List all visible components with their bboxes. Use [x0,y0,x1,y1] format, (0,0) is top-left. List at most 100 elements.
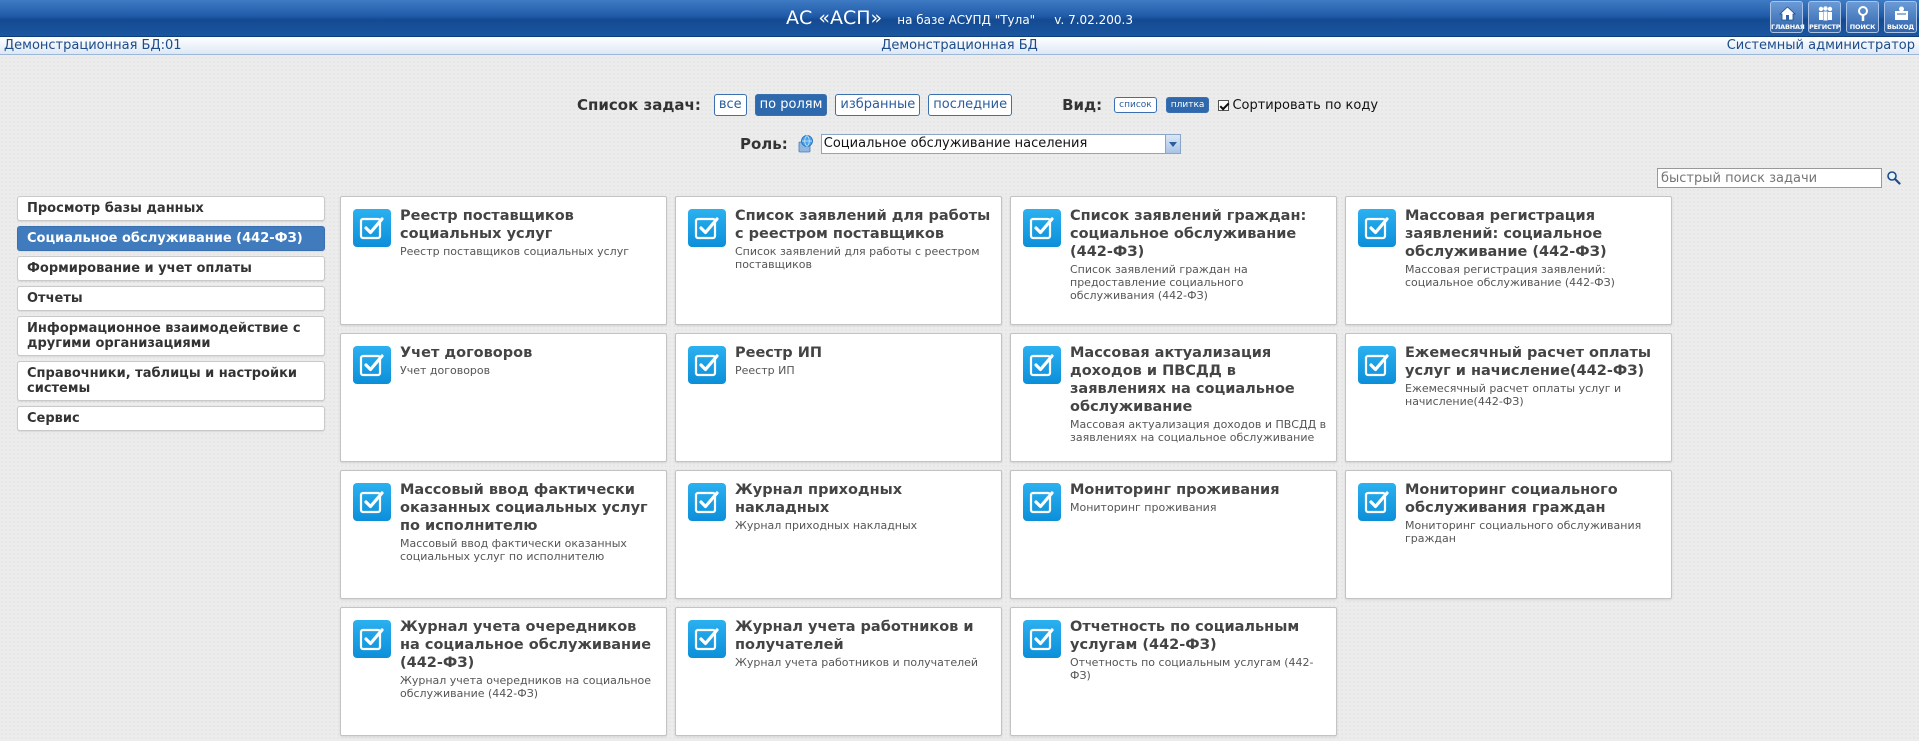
task-tile-description: Список заявлений граждан на предоставлен… [1070,263,1248,302]
task-tile[interactable]: Список заявлений для работы с реестром п… [675,196,1002,325]
exit-button[interactable]: ВЫХОД [1884,1,1917,33]
info-bar: Демонстрационная БД:01 Демонстрационная … [0,37,1919,55]
task-tile-title: Реестр поставщиков социальных услуг Реест… [400,207,658,258]
task-tile-title-text: Список заявлений граждан: социальное обс… [1070,208,1307,260]
chevron-down-icon[interactable] [1164,135,1180,153]
task-tile-title: Ежемесячный расчет оплаты услуг и начисл… [1405,344,1663,408]
current-user: Системный администратор [1726,38,1915,53]
role-select-value: Социальное обслуживание населения [823,136,1088,151]
registry-icon [1818,6,1833,21]
task-check-icon [688,620,726,658]
sidebar-item-database-view[interactable]: Просмотр базы данных [17,196,325,221]
filter-recent-button[interactable]: последние [928,94,1013,116]
sidebar-item-reports[interactable]: Отчеты [17,286,325,311]
task-tile[interactable]: Реестр ИП Реестр ИП [675,333,1002,462]
task-tile-title: Массовая актуализация доходов и ПВСДД в … [1070,344,1328,444]
checkbox-checked-icon [1364,217,1389,240]
task-tile-description: Журнал приходных накладных [735,519,918,532]
task-tile-title: Реестр ИП Реестр ИП [735,344,993,377]
task-tile-description: Учет договоров [400,364,491,377]
sort-by-code-checkbox[interactable] [1218,99,1230,111]
task-tile[interactable]: Журнал учета очередников на социальное о… [340,607,667,736]
role-select[interactable]: Социальное обслуживание населения [820,134,1181,154]
task-check-icon [688,346,726,384]
task-tile[interactable]: Массовый ввод фактически оказанных социа… [340,470,667,599]
top-toolbar: ГЛАВНАЯ РЕГИСТР ПОИСК ВЫХОД [1767,0,1919,36]
home-button[interactable]: ГЛАВНАЯ [1770,1,1805,33]
task-tile-title: Учет договоров Учет договоров [400,344,658,377]
task-tile-title-text: Реестр ИП [735,345,822,361]
task-check-icon [1023,209,1061,247]
task-tile-title-text: Мониторинг проживания [1070,482,1280,498]
task-tile[interactable]: Отчетность по социальным услугам (442-ФЗ… [1010,607,1337,736]
role-row: Роль: Социальное обслуживание населения [740,132,1181,156]
task-tile[interactable]: Учет договоров Учет договоров [340,333,667,462]
task-tile[interactable]: Массовая регистрация заявлений: социальн… [1345,196,1672,325]
search-button[interactable]: ПОИСК [1846,1,1879,33]
sidebar-item-social-service[interactable]: Социальное обслуживание (442-ФЗ) [17,226,325,251]
sidebar-item-service[interactable]: Сервис [17,406,325,431]
task-tile-description: Мониторинг проживания [1070,501,1217,514]
task-tile[interactable]: Журнал учета работников и получателей Жур… [675,607,1002,736]
task-tile-title-text: Список заявлений для работы с реестром п… [735,208,991,242]
task-tile-description: Журнал учета работников и получателей [735,656,979,669]
checkbox-checked-icon [1029,491,1054,514]
task-check-icon [353,620,391,658]
view-tiles-button[interactable]: плитка [1165,97,1210,113]
task-check-icon [1358,209,1396,247]
search-button-label: ПОИСК [1849,23,1876,31]
view-list-button[interactable]: список [1114,97,1157,113]
checkbox-checked-icon [1364,354,1389,377]
task-tile-title-text: Отчетность по социальным услугам (442-ФЗ… [1070,619,1300,653]
task-tile-title-text: Реестр поставщиков социальных услуг [400,208,574,242]
task-tile[interactable]: Массовая актуализация доходов и ПВСДД в … [1010,333,1337,462]
app-version: v. 7.02.200.3 [1054,13,1133,27]
task-tile-description: Реестр поставщиков социальных услуг [400,245,629,258]
task-tile-title-text: Ежемесячный расчет оплаты услуг и начисл… [1405,345,1651,379]
task-tile-title: Отчетность по социальным услугам (442-ФЗ… [1070,618,1328,682]
task-check-icon [1358,346,1396,384]
task-tile[interactable]: Реестр поставщиков социальных услуг Реест… [340,196,667,325]
task-tile-description: Ежемесячный расчет оплаты услуг и начисл… [1405,382,1622,408]
task-check-icon [353,483,391,521]
checkbox-checked-icon [694,354,719,377]
task-tile-title-text: Мониторинг социального обслуживания граж… [1405,482,1618,516]
task-tile-description: Массовая регистрация заявлений: социальн… [1405,263,1615,289]
task-tile-description: Мониторинг социального обслуживания граж… [1405,519,1642,545]
task-tile[interactable]: Ежемесячный расчет оплаты услуг и начисл… [1345,333,1672,462]
title-bar: АС «АСП» на базе АСУПД "Тула" v. 7.02.20… [0,0,1919,37]
filter-all-button[interactable]: все [713,94,747,116]
registry-button[interactable]: РЕГИСТР [1808,1,1841,33]
view-label: Вид: [1062,96,1103,114]
filter-favorites-button[interactable]: избранные [835,94,921,116]
task-tile[interactable]: Журнал приходных накладных Журнал приходн… [675,470,1002,599]
task-tile-title-text: Массовый ввод фактически оказанных социа… [400,482,648,534]
task-tile[interactable]: Список заявлений граждан: социальное обс… [1010,196,1337,325]
task-check-icon [1023,620,1061,658]
task-tile-title-text: Массовая регистрация заявлений: социальн… [1405,208,1607,260]
task-tile-title: Мониторинг проживания Мониторинг проживан… [1070,481,1328,514]
registry-button-label: РЕГИСТР [1809,23,1841,31]
app-title: АС «АСП» на базе АСУПД "Тула" v. 7.02.20… [0,0,1919,36]
sort-by-code-toggle[interactable]: Сортировать по коду [1218,98,1378,113]
task-tile-description: Массовая актуализация доходов и ПВСДД в … [1070,418,1327,444]
home-icon [1779,6,1796,21]
task-tile[interactable]: Мониторинг проживания Мониторинг проживан… [1010,470,1337,599]
sort-by-code-label: Сортировать по коду [1232,97,1379,113]
checkbox-checked-icon [359,628,384,651]
task-tile-title: Журнал учета очередников на социальное о… [400,618,658,700]
search-icon[interactable] [1886,170,1901,185]
quick-task-search-input[interactable] [1657,168,1882,188]
exit-icon [1895,6,1908,20]
task-check-icon [688,209,726,247]
sidebar-item-info-exchange[interactable]: Информационное взаимодействие с другими … [17,316,325,356]
task-tile-description: Список заявлений для работы с реестром п… [735,245,980,271]
sidebar-item-directories[interactable]: Справочники, таблицы и настройки системы [17,361,325,401]
task-tile-title-text: Журнал учета работников и получателей [735,619,974,653]
sidebar-item-payment[interactable]: Формирование и учет оплаты [17,256,325,281]
filter-by-roles-button[interactable]: по ролям [754,94,828,116]
checkbox-checked-icon [359,354,384,377]
task-tile[interactable]: Мониторинг социального обслуживания граж… [1345,470,1672,599]
task-tile-description: Массовый ввод фактически оказанных социа… [400,537,627,563]
home-button-label: ГЛАВНАЯ [1771,23,1805,31]
